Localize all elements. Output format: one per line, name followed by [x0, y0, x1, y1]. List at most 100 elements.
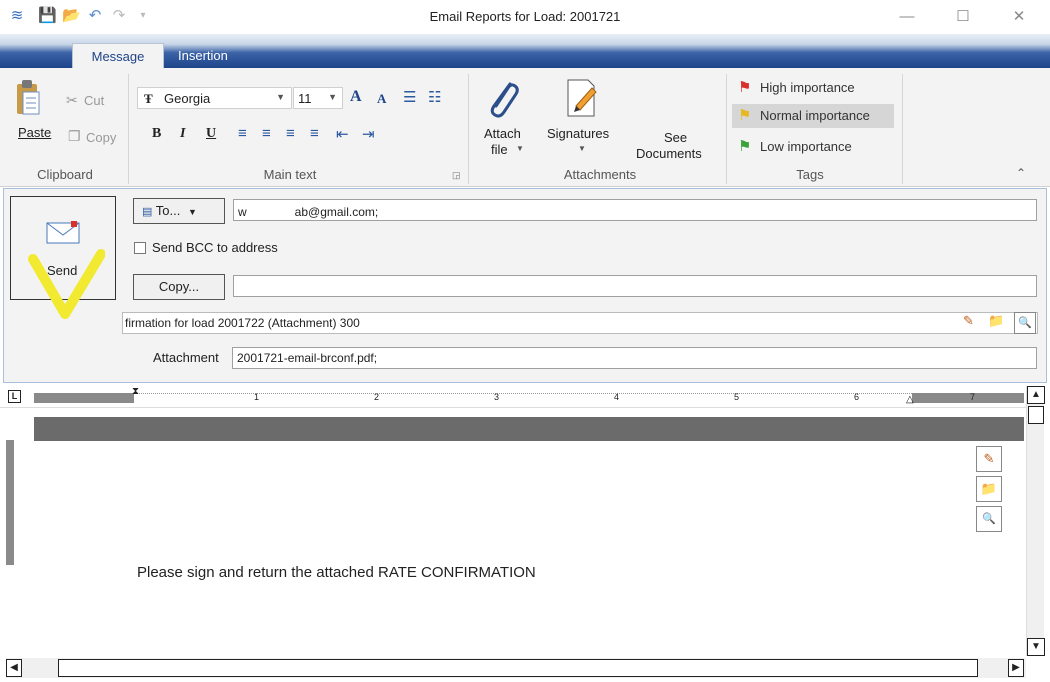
font-size-combo[interactable]: 11 ▼ — [293, 87, 343, 109]
edit-icon[interactable]: ✎ — [976, 446, 1002, 472]
grow-font-button[interactable]: A — [350, 88, 362, 106]
see-documents-label-2[interactable]: Documents — [636, 146, 702, 161]
bcc-checkbox[interactable] — [134, 242, 146, 254]
ruler-text-area — [134, 393, 912, 403]
high-importance-label: High importance — [760, 80, 855, 95]
scroll-right-icon[interactable]: ▶ — [1008, 659, 1024, 677]
folder-icon[interactable]: 📁 — [988, 313, 1004, 329]
tab-insertion[interactable]: Insertion — [178, 43, 228, 69]
clipboard-group-label: Clipboard — [37, 167, 93, 182]
copy-recipients-button[interactable]: Copy... — [133, 274, 225, 300]
attach-file-label: Attach — [484, 126, 521, 141]
align-center-icon[interactable]: ≡ — [262, 125, 271, 142]
vertical-ruler-margin — [6, 440, 14, 565]
group-separator — [468, 74, 469, 184]
right-indent-marker[interactable]: △ — [906, 394, 914, 405]
scissors-icon: ✂ — [66, 92, 78, 108]
attachment-label: Attachment — [153, 350, 219, 365]
scroll-up-icon[interactable]: ▲ — [1027, 386, 1045, 404]
ruler-margin-left — [34, 393, 134, 403]
green-flag-icon: ⚑ — [738, 138, 752, 155]
shrink-font-button[interactable]: A — [377, 91, 386, 107]
to-button[interactable]: ▤ To... ▼ — [133, 198, 225, 224]
cut-button[interactable]: Cut — [84, 93, 104, 108]
align-left-icon[interactable]: ≡ — [238, 125, 247, 142]
vertical-ruler[interactable] — [6, 440, 16, 655]
collapse-ribbon-icon[interactable]: ⌃ — [1016, 166, 1026, 180]
subject-value: firmation for load 2001722 (Attachment) … — [125, 316, 360, 330]
send-button[interactable]: Send — [10, 196, 116, 319]
chevron-down-icon: ▼ — [578, 144, 586, 153]
first-line-indent-marker[interactable]: ⧗ — [132, 386, 139, 397]
search-icon[interactable]: 🔍 — [976, 506, 1002, 532]
subject-field[interactable]: firmation for load 2001722 (Attachment) … — [122, 312, 1038, 334]
ruler-mark: 5 — [734, 392, 740, 402]
bold-button[interactable]: B — [152, 126, 161, 142]
ruler-mark: 3 — [494, 392, 500, 402]
scroll-thumb[interactable] — [1028, 406, 1044, 424]
attach-file-label-2: file — [491, 142, 508, 157]
tab-stop-selector[interactable]: L — [8, 390, 21, 403]
to-field[interactable]: w ab@gmail.com; — [233, 199, 1037, 221]
decrease-indent-icon[interactable]: ⇤ — [336, 125, 349, 143]
minimize-button[interactable]: — — [884, 4, 930, 30]
ruler-mark: 6 — [854, 392, 860, 402]
chevron-down-icon: ▼ — [328, 92, 337, 102]
attach-file-button[interactable] — [482, 78, 522, 120]
horizontal-ruler[interactable]: L ⧗ △ 1 2 3 4 5 6 7 — [0, 386, 1026, 408]
increase-indent-icon[interactable]: ⇥ — [362, 125, 375, 143]
vertical-scrollbar[interactable]: ▲ ▼ — [1026, 386, 1045, 656]
font-name-value: Georgia — [164, 91, 211, 106]
copy-field[interactable] — [233, 275, 1037, 297]
italic-button[interactable]: I — [180, 126, 185, 142]
copy-icon: ❐ — [68, 128, 81, 144]
editor-body[interactable] — [34, 441, 1024, 657]
scroll-down-icon[interactable]: ▼ — [1027, 638, 1045, 656]
high-importance-button[interactable]: ⚑ High importance — [734, 78, 894, 98]
underline-button[interactable]: U — [206, 126, 216, 142]
ruler-mark: 7 — [970, 392, 976, 402]
signature-pen-icon — [567, 79, 597, 117]
font-name-combo[interactable]: Ŧ Georgia ▼ — [137, 87, 292, 109]
main-text-group-label: Main text — [263, 167, 317, 182]
see-documents-label[interactable]: See — [664, 130, 687, 145]
group-separator — [128, 74, 129, 184]
horizontal-scrollbar[interactable]: ◀ ▶ — [6, 658, 1026, 678]
ruler-mark: 4 — [614, 392, 620, 402]
to-button-label: To... — [155, 203, 181, 218]
tab-message[interactable]: Message — [72, 43, 164, 69]
chevron-down-icon: ▼ — [516, 144, 524, 153]
paste-button[interactable] — [14, 78, 42, 118]
attachment-field[interactable]: 2001721-email-brconf.pdf; — [232, 347, 1037, 369]
justify-icon[interactable]: ≡ — [310, 125, 319, 142]
redacted-block — [246, 200, 295, 216]
ruler-mark: 2 — [374, 392, 380, 402]
bullet-list-icon[interactable]: ☰ — [403, 88, 416, 106]
group-separator — [902, 74, 903, 184]
maximize-button[interactable]: ☐ — [940, 4, 986, 30]
address-book-icon: ▤ — [142, 206, 153, 218]
normal-importance-button[interactable]: ⚑ Normal importance — [732, 104, 894, 128]
folder-icon[interactable]: 📁 — [976, 476, 1002, 502]
to-field-prefix: w — [238, 205, 247, 219]
dialog-launcher-icon[interactable]: ◲ — [452, 170, 461, 181]
signatures-button[interactable] — [562, 76, 602, 120]
numbered-list-icon[interactable]: ☷ — [428, 88, 441, 106]
search-icon[interactable]: 🔍 — [1014, 312, 1036, 334]
attachments-group-label: Attachments — [563, 167, 637, 182]
ruler-mark: 1 — [254, 392, 260, 402]
group-separator — [726, 74, 727, 184]
normal-importance-label: Normal importance — [760, 108, 870, 123]
scroll-left-icon[interactable]: ◀ — [6, 659, 22, 677]
scroll-thumb[interactable] — [58, 659, 978, 677]
bcc-label: Send BCC to address — [152, 240, 278, 255]
font-size-value: 11 — [298, 91, 312, 106]
font-type-icon: Ŧ — [144, 91, 153, 106]
close-button[interactable]: ✕ — [996, 4, 1042, 30]
copy-button[interactable]: Copy — [86, 130, 116, 145]
paste-icon — [17, 80, 40, 115]
align-right-icon[interactable]: ≡ — [286, 125, 295, 142]
edit-icon[interactable]: ✎ — [963, 313, 974, 329]
red-flag-icon: ⚑ — [738, 79, 752, 96]
low-importance-button[interactable]: ⚑ Low importance — [734, 137, 894, 157]
